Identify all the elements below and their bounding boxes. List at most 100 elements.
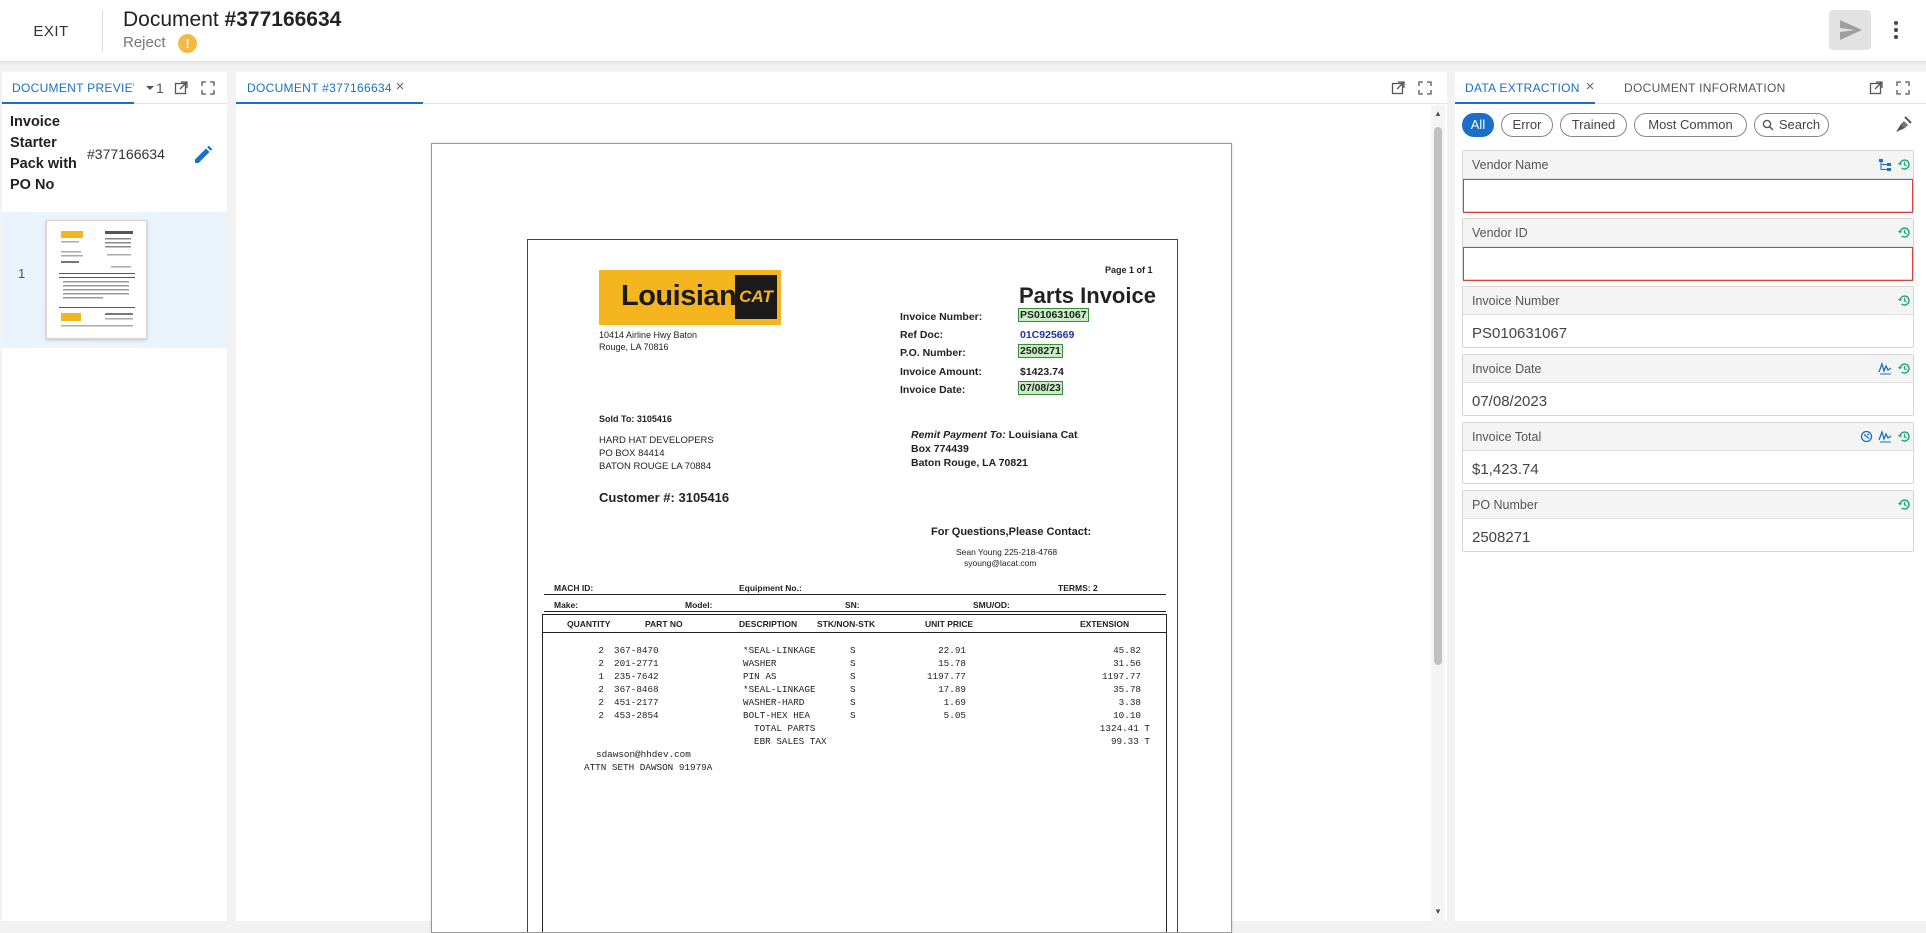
cell-description: *SEAL-LINKAGE xyxy=(743,684,816,695)
broom-icon[interactable] xyxy=(1892,114,1914,136)
preview-tab-row: DOCUMENT PREVIEW 1 xyxy=(2,72,227,104)
vendor-id-input[interactable] xyxy=(1463,247,1913,281)
field-label: Vendor ID xyxy=(1472,226,1528,240)
cell-qty: 1 xyxy=(598,671,604,682)
equipment-no: Equipment No.: xyxy=(739,583,802,593)
cell-extension: 35.78 xyxy=(1113,684,1141,695)
note-email: sdawson@hhdev.com xyxy=(596,749,691,760)
fullscreen-icon[interactable] xyxy=(200,80,216,96)
warning-icon[interactable]: ! xyxy=(178,34,197,53)
po-number-value[interactable]: 2508271 xyxy=(1018,344,1063,358)
rule xyxy=(542,632,1167,633)
scroll-down-arrow[interactable]: ▼ xyxy=(1433,907,1443,917)
history-icon[interactable] xyxy=(1897,497,1912,512)
cell-part-no: 367-8468 xyxy=(614,684,659,695)
open-external-icon[interactable] xyxy=(1390,80,1406,96)
invoice-number-value[interactable]: PS010631067 xyxy=(1018,308,1089,322)
invoice-doc-type: Parts Invoice xyxy=(1019,283,1156,308)
scroll-up-arrow[interactable]: ▲ xyxy=(1433,109,1443,119)
scroll-thumb[interactable] xyxy=(1434,127,1442,665)
vendor-name-input[interactable] xyxy=(1463,179,1913,213)
document-number: #377166634 xyxy=(87,146,165,162)
open-external-icon[interactable] xyxy=(1868,80,1884,96)
close-icon[interactable]: × xyxy=(393,79,407,94)
filter-all[interactable]: All xyxy=(1462,113,1494,137)
field-value[interactable]: 2508271 xyxy=(1472,529,1530,546)
refresh-icon[interactable] xyxy=(1859,429,1874,444)
field-invoice-number[interactable]: Invoice Number PS010631067 xyxy=(1462,286,1914,348)
field-label: Invoice Date xyxy=(1472,362,1542,376)
viewer-tab-row: DOCUMENT #377166634 × xyxy=(236,72,1447,104)
signature-icon[interactable] xyxy=(1878,429,1893,444)
filter-search[interactable]: Search xyxy=(1754,113,1829,137)
vertical-scrollbar[interactable]: ▲ ▼ xyxy=(1431,105,1445,921)
ref-doc-label: Ref Doc: xyxy=(900,329,944,341)
invoice-date-label: Invoice Date: xyxy=(900,384,966,396)
cell-qty: 2 xyxy=(598,697,604,708)
cell-unit-price: 1197.77 xyxy=(926,671,966,682)
divider xyxy=(102,10,103,52)
field-header: PO Number xyxy=(1463,491,1913,519)
fullscreen-icon[interactable] xyxy=(1895,80,1911,96)
open-external-icon[interactable] xyxy=(173,80,189,96)
filter-trained[interactable]: Trained xyxy=(1560,113,1627,137)
field-header: Invoice Total xyxy=(1463,423,1913,451)
invoice-amount-label: Invoice Amount: xyxy=(900,366,982,378)
edit-icon[interactable] xyxy=(192,144,214,166)
cell-description: PIN AS xyxy=(743,671,777,682)
send-icon xyxy=(1840,20,1862,40)
filter-error[interactable]: Error xyxy=(1501,113,1553,137)
col-part-no: PART NO xyxy=(645,619,683,629)
field-value[interactable]: 07/08/2023 xyxy=(1472,393,1547,410)
cell-qty: 2 xyxy=(598,684,604,695)
cell-stk: S xyxy=(850,710,856,721)
tab-document-information[interactable]: DOCUMENT INFORMATION xyxy=(1624,72,1794,104)
cell-description: WASHER-HARD xyxy=(743,697,805,708)
signature-icon[interactable] xyxy=(1878,361,1893,376)
field-header: Vendor Name xyxy=(1463,151,1913,179)
tab-data-extraction[interactable]: DATA EXTRACTION xyxy=(1455,72,1595,104)
exit-button[interactable]: EXIT xyxy=(18,16,84,48)
tree-icon[interactable] xyxy=(1878,157,1893,172)
col-extension: EXTENSION xyxy=(1080,619,1130,629)
cell-stk: S xyxy=(850,671,856,682)
send-button[interactable] xyxy=(1829,10,1871,50)
cell-stk: S xyxy=(850,658,856,669)
field-value[interactable]: $1,423.74 xyxy=(1472,461,1539,478)
cell-description: BOLT-HEX HEA xyxy=(743,710,810,721)
document-viewer-panel: DOCUMENT #377166634 × Louisiana CAT Page… xyxy=(236,72,1447,933)
customer-value: 3105416 xyxy=(678,490,730,505)
history-icon[interactable] xyxy=(1897,293,1912,308)
invoice-date-value[interactable]: 07/08/23 xyxy=(1018,381,1063,395)
po-number-label: P.O. Number: xyxy=(900,347,966,359)
field-value[interactable]: PS010631067 xyxy=(1472,325,1567,342)
tab-document-preview[interactable]: DOCUMENT PREVIEW xyxy=(2,72,134,104)
page-thumbnail[interactable] xyxy=(46,220,147,339)
field-label: PO Number xyxy=(1472,498,1538,512)
cell-unit-price: 17.89 xyxy=(938,684,966,695)
history-icon[interactable] xyxy=(1897,429,1912,444)
search-icon xyxy=(1762,119,1774,131)
history-icon[interactable] xyxy=(1897,361,1912,376)
top-bar: EXIT Document #377166634 Reject ! xyxy=(0,0,1926,62)
field-po-number[interactable]: PO Number 2508271 xyxy=(1462,490,1914,552)
total-parts-label: TOTAL PARTS xyxy=(754,723,816,734)
filter-most-common[interactable]: Most Common xyxy=(1634,113,1747,137)
history-icon[interactable] xyxy=(1897,225,1912,240)
fullscreen-icon[interactable] xyxy=(1417,80,1433,96)
field-invoice-date[interactable]: Invoice Date 07/08/2023 xyxy=(1462,354,1914,416)
cell-part-no: 453-2854 xyxy=(614,710,659,721)
field-invoice-total[interactable]: Invoice Total $1,423.74 xyxy=(1462,422,1914,484)
invoice-image: Louisiana CAT Page 1 of 1 Parts Invoice … xyxy=(527,239,1178,932)
field-header: Invoice Date xyxy=(1463,355,1913,383)
document-canvas[interactable]: Louisiana CAT Page 1 of 1 Parts Invoice … xyxy=(236,105,1431,933)
make: Make: xyxy=(554,600,579,610)
field-label: Vendor Name xyxy=(1472,158,1549,172)
history-icon[interactable] xyxy=(1897,157,1912,172)
close-icon[interactable]: × xyxy=(1583,79,1597,94)
page-thumbnail-row[interactable]: 1 xyxy=(2,212,227,348)
cell-unit-price: 5.05 xyxy=(943,710,966,721)
more-vert-icon[interactable] xyxy=(1886,18,1906,42)
remit-block: Remit Payment To: Louisiana Cat Box 7744… xyxy=(911,428,1078,470)
tax-label: EBR SALES TAX xyxy=(754,736,827,747)
